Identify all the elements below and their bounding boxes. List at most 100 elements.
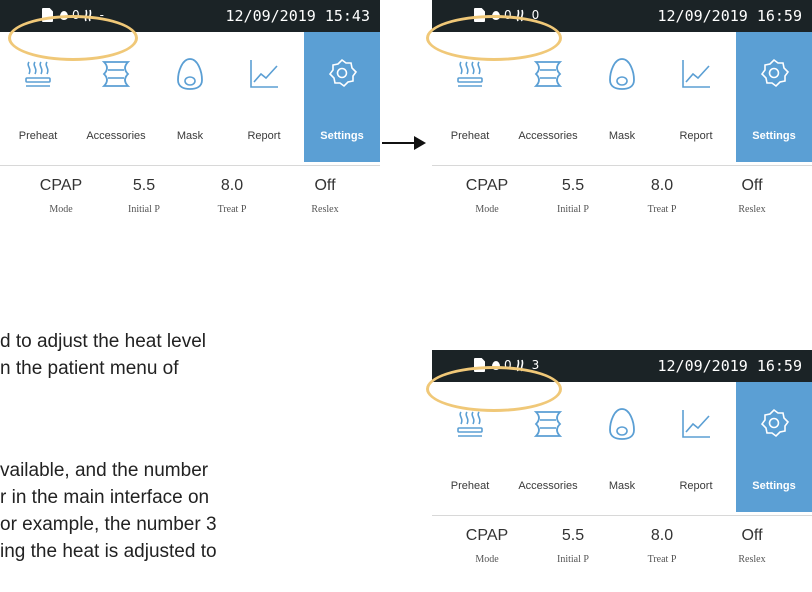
- menu-label: Settings: [320, 130, 364, 142]
- param-value: 5.5: [561, 527, 585, 544]
- instruction-line: d to adjust the heat level: [0, 331, 206, 352]
- menu-label: Report: [679, 130, 713, 142]
- heater-icon: [516, 9, 524, 22]
- settings-gear-icon: [760, 408, 790, 438]
- heat-level-value: 0: [531, 8, 540, 22]
- param-value: CPAP: [39, 177, 83, 194]
- menu-label: Preheat: [18, 130, 58, 142]
- menu-label: Accessories: [518, 130, 578, 142]
- heat-level-value: -: [99, 8, 104, 22]
- menu-item-preheat[interactable]: Preheat: [0, 32, 76, 162]
- preheat-icon: [457, 61, 483, 87]
- instruction-line: n the patient menu of: [0, 358, 179, 379]
- param-value: 8.0: [650, 177, 674, 194]
- sd-card-icon: [42, 8, 53, 22]
- menu-label: Accessories: [518, 480, 578, 492]
- arrow-right-icon: [414, 136, 426, 150]
- param-treat-p[interactable]: 8.0 Treat P: [627, 526, 697, 566]
- report-icon: [682, 60, 710, 88]
- param-reslex[interactable]: Off Reslex: [717, 176, 787, 216]
- datetime: 12/09/2019 16:59: [657, 7, 803, 25]
- param-name: Treat P: [647, 204, 677, 215]
- water-drop-icon: [492, 10, 500, 20]
- menu-item-preheat[interactable]: Preheat: [432, 382, 508, 512]
- device-screen-before: 0 - 12/09/2019 15:43 Preheat Accessories: [0, 0, 380, 242]
- param-initial-p[interactable]: 5.5 Initial P: [538, 526, 608, 566]
- param-value: Off: [314, 177, 336, 194]
- param-name: Reslex: [738, 204, 766, 215]
- transition-arrow-line: [382, 142, 418, 144]
- preheat-icon: [25, 61, 51, 87]
- param-value: CPAP: [465, 527, 509, 544]
- param-mode[interactable]: CPAP Mode: [452, 176, 522, 216]
- instruction-line: r in the main interface on: [0, 487, 210, 508]
- divider: [0, 165, 380, 166]
- menu-label: Settings: [752, 130, 796, 142]
- menu-label: Mask: [608, 480, 636, 492]
- param-name: Treat P: [647, 554, 677, 565]
- menu-item-report[interactable]: Report: [656, 382, 736, 512]
- menu-item-report[interactable]: Report: [656, 32, 736, 162]
- menu-item-accessories[interactable]: Accessories: [76, 32, 156, 162]
- menu-item-accessories[interactable]: Accessories: [508, 32, 588, 162]
- menu-item-preheat[interactable]: Preheat: [432, 32, 508, 162]
- report-icon: [250, 60, 278, 88]
- param-initial-p[interactable]: 5.5 Initial P: [109, 176, 179, 216]
- menu-item-settings[interactable]: Settings: [736, 382, 812, 512]
- datetime: 12/09/2019 15:43: [225, 7, 371, 25]
- param-name: Mode: [475, 204, 499, 215]
- mask-icon: [177, 58, 203, 90]
- menu-item-mask[interactable]: Mask: [588, 382, 656, 512]
- heater-icon: [84, 9, 92, 22]
- menu-label: Preheat: [450, 130, 490, 142]
- param-name: Treat P: [217, 204, 247, 215]
- preheat-icon: [457, 411, 483, 437]
- param-value: 5.5: [132, 177, 156, 194]
- main-menu: Preheat Accessories Mask Report Settings: [432, 32, 812, 162]
- accessories-icon: [533, 411, 563, 437]
- param-value: Off: [741, 177, 763, 194]
- param-value: Off: [741, 527, 763, 544]
- param-initial-p[interactable]: 5.5 Initial P: [538, 176, 608, 216]
- menu-item-accessories[interactable]: Accessories: [508, 382, 588, 512]
- param-name: Reslex: [738, 554, 766, 565]
- main-menu: Preheat Accessories Mask Report Settings: [0, 32, 380, 162]
- menu-label: Accessories: [86, 130, 146, 142]
- menu-label: Report: [247, 130, 281, 142]
- settings-gear-icon: [328, 58, 358, 88]
- param-name: Reslex: [311, 204, 339, 215]
- humidity-level: 0: [72, 8, 80, 22]
- humidity-level: 0: [504, 8, 512, 22]
- menu-item-mask[interactable]: Mask: [588, 32, 656, 162]
- instruction-line: vailable, and the number: [0, 460, 209, 481]
- param-value: 5.5: [561, 177, 585, 194]
- device-screen-heat-3: 0 3 12/09/2019 16:59 Preheat Accessories: [432, 350, 812, 592]
- param-mode[interactable]: CPAP Mode: [452, 526, 522, 566]
- param-reslex[interactable]: Off Reslex: [290, 176, 360, 216]
- param-reslex[interactable]: Off Reslex: [717, 526, 787, 566]
- menu-item-settings[interactable]: Settings: [304, 32, 380, 162]
- report-icon: [682, 410, 710, 438]
- param-value: 8.0: [220, 177, 244, 194]
- param-name: Mode: [49, 204, 73, 215]
- menu-label: Mask: [608, 130, 636, 142]
- param-value: 8.0: [650, 527, 674, 544]
- status-bar: 0 3 12/09/2019 16:59: [432, 350, 812, 382]
- param-treat-p[interactable]: 8.0 Treat P: [197, 176, 267, 216]
- param-mode[interactable]: CPAP Mode: [26, 176, 96, 216]
- status-icons: 0 0: [474, 7, 539, 23]
- instruction-line: ing the heat is adjusted to: [0, 541, 217, 562]
- mask-icon: [609, 58, 635, 90]
- param-treat-p[interactable]: 8.0 Treat P: [627, 176, 697, 216]
- menu-item-settings[interactable]: Settings: [736, 32, 812, 162]
- heat-level-value: 3: [531, 358, 540, 372]
- param-name: Mode: [475, 554, 499, 565]
- main-menu: Preheat Accessories Mask Report Settings: [432, 382, 812, 512]
- menu-label: Settings: [752, 480, 796, 492]
- status-icons: 0 3: [474, 357, 539, 373]
- menu-item-report[interactable]: Report: [224, 32, 304, 162]
- settings-gear-icon: [760, 58, 790, 88]
- menu-item-mask[interactable]: Mask: [156, 32, 224, 162]
- menu-label: Mask: [176, 130, 204, 142]
- status-icons: 0 -: [42, 7, 104, 23]
